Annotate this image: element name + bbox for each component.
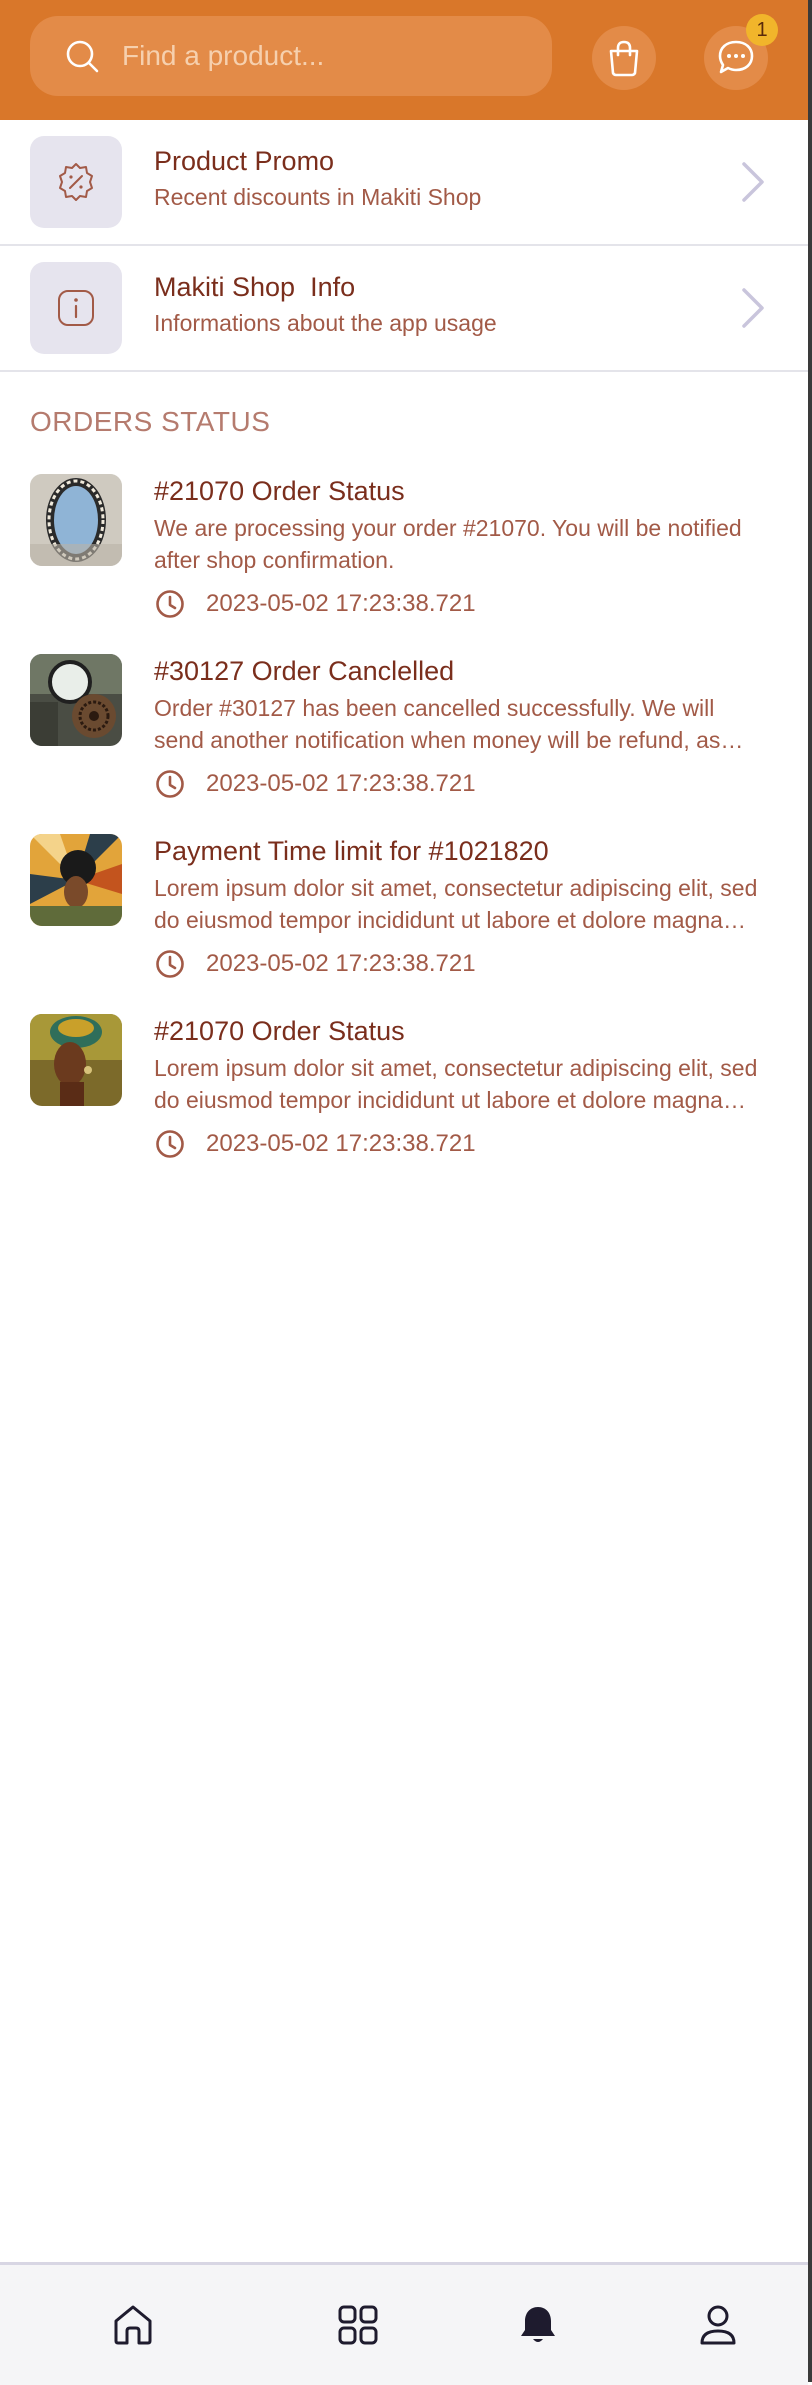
menu-item-title: Product Promo: [154, 146, 335, 176]
order-item[interactable]: #30127 Order Canclelled Order #30127 has…: [0, 654, 808, 824]
notification-badge: 1: [746, 14, 778, 46]
nav-home[interactable]: [105, 2297, 161, 2353]
order-title: Payment Time limit for #1021820: [154, 836, 549, 866]
search-icon: [66, 40, 99, 73]
menu-item-subtitle: Informations about the app usage: [154, 310, 497, 336]
clock-icon: [156, 590, 184, 618]
chevron-right-icon: [742, 162, 764, 202]
clock-icon: [156, 950, 184, 978]
info-icon: [58, 290, 94, 326]
order-title: #21070 Order Status: [154, 476, 405, 506]
order-description: Lorem ipsum dolor sit amet, consectetur …: [154, 875, 758, 933]
decor-image: [30, 654, 122, 746]
cart-button[interactable]: [592, 26, 656, 90]
order-timestamp: 2023-05-02 17:23:38.721: [206, 1130, 476, 1157]
search-input[interactable]: Find a product...: [122, 40, 324, 72]
home-icon: [114, 2305, 152, 2345]
order-timestamp: 2023-05-02 17:23:38.721: [206, 590, 476, 617]
discount-badge-icon: [59, 163, 93, 201]
clock-icon: [156, 770, 184, 798]
order-title: #30127 Order Canclelled: [154, 656, 455, 686]
bell-icon: [521, 2307, 555, 2342]
screen-edge: [808, 0, 812, 2382]
top-bar: Find a product... 1: [0, 0, 808, 120]
grid-icon: [338, 2305, 378, 2345]
order-description: We are processing your order #21070. You…: [154, 515, 742, 573]
nav-categories[interactable]: [330, 2297, 386, 2353]
order-item[interactable]: #21070 Order Status Lorem ipsum dolor si…: [0, 1014, 808, 1184]
chat-bubble-icon: [718, 40, 754, 74]
info-icon-box: [30, 262, 122, 354]
order-timestamp: 2023-05-02 17:23:38.721: [206, 770, 476, 797]
order-description: Lorem ipsum dolor sit amet, consectetur …: [154, 1055, 758, 1113]
order-thumbnail: [30, 834, 122, 926]
clock-icon: [156, 1130, 184, 1158]
user-icon: [700, 2305, 736, 2345]
bottom-navigation: [0, 2262, 808, 2385]
mirror-image: [30, 474, 122, 566]
menu-item-subtitle: Recent discounts in Makiti Shop: [154, 184, 482, 210]
order-title: #21070 Order Status: [154, 1016, 405, 1046]
order-thumbnail: [30, 474, 122, 566]
chevron-right-icon: [742, 288, 764, 328]
section-title-orders: ORDERS STATUS: [30, 406, 271, 437]
order-thumbnail: [30, 1014, 122, 1106]
shopping-bag-icon: [609, 40, 639, 77]
menu-item-shop-info[interactable]: Makiti Shop Info Informations about the …: [0, 246, 808, 372]
order-timestamp: 2023-05-02 17:23:38.721: [206, 950, 476, 977]
nav-notifications[interactable]: [510, 2297, 566, 2353]
menu-item-product-promo[interactable]: Product Promo Recent discounts in Makiti…: [0, 120, 808, 246]
art-image: [30, 834, 122, 926]
order-item[interactable]: Payment Time limit for #1021820 Lorem ip…: [0, 834, 808, 1004]
chat-button[interactable]: 1: [704, 14, 778, 90]
nav-profile[interactable]: [690, 2297, 746, 2353]
menu-item-title: Makiti Shop Info: [154, 272, 356, 302]
search-bar[interactable]: Find a product...: [30, 16, 552, 96]
promo-icon-box: [30, 136, 122, 228]
order-thumbnail: [30, 654, 122, 746]
order-item[interactable]: #21070 Order Status We are processing yo…: [0, 474, 808, 644]
order-description: Order #30127 has been cancelled successf…: [154, 695, 721, 753]
portrait-image: [30, 1014, 122, 1106]
